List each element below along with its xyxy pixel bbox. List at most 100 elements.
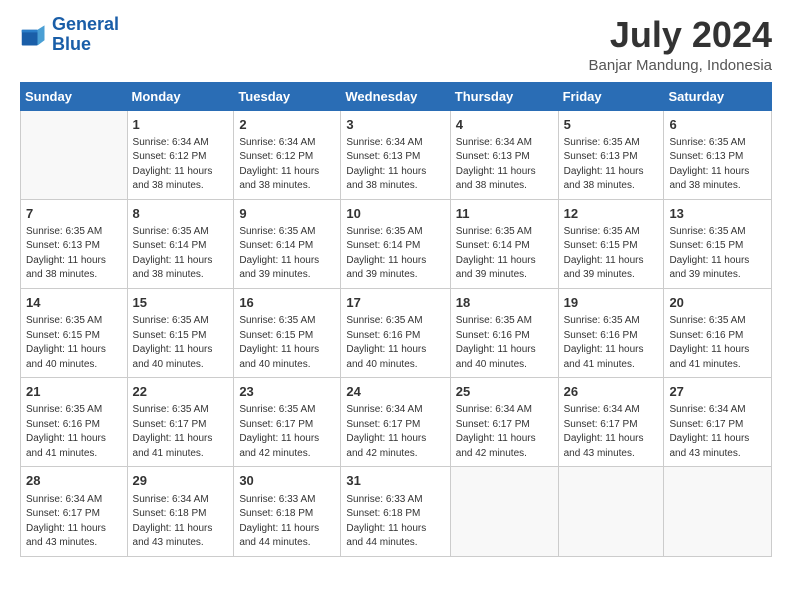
day-info: Sunrise: 6:35 AM Sunset: 6:14 PM Dayligh… [133,225,229,283]
day-number: 31 [346,472,444,490]
day-header-sunday: Sunday [21,82,128,110]
day-info: Sunrise: 6:35 AM Sunset: 6:16 PM Dayligh… [669,314,766,372]
calendar-cell: 31 Sunrise: 6:33 AM Sunset: 6:18 PM Dayli… [341,467,450,556]
day-number: 4 [456,116,553,134]
day-number: 9 [239,205,335,223]
month-year: July 2024 [589,15,772,55]
day-number: 27 [669,383,766,401]
day-number: 3 [346,116,444,134]
calendar-cell: 9 Sunrise: 6:35 AM Sunset: 6:14 PM Daylig… [234,199,341,288]
calendar-cell: 27 Sunrise: 6:34 AM Sunset: 6:17 PM Dayli… [664,378,772,467]
day-info: Sunrise: 6:35 AM Sunset: 6:13 PM Dayligh… [26,225,122,283]
day-info: Sunrise: 6:33 AM Sunset: 6:18 PM Dayligh… [239,493,335,551]
day-number: 8 [133,205,229,223]
day-info: Sunrise: 6:35 AM Sunset: 6:16 PM Dayligh… [564,314,659,372]
day-number: 5 [564,116,659,134]
day-number: 10 [346,205,444,223]
title-block: July 2024 Banjar Mandung, Indonesia [589,15,772,74]
calendar-cell: 8 Sunrise: 6:35 AM Sunset: 6:14 PM Daylig… [127,199,234,288]
calendar-cell: 7 Sunrise: 6:35 AM Sunset: 6:13 PM Daylig… [21,199,128,288]
day-number: 11 [456,205,553,223]
calendar-cell: 11 Sunrise: 6:35 AM Sunset: 6:14 PM Dayli… [450,199,558,288]
day-info: Sunrise: 6:35 AM Sunset: 6:15 PM Dayligh… [133,314,229,372]
day-number: 22 [133,383,229,401]
calendar-cell: 29 Sunrise: 6:34 AM Sunset: 6:18 PM Dayli… [127,467,234,556]
day-info: Sunrise: 6:35 AM Sunset: 6:14 PM Dayligh… [456,225,553,283]
header: General Blue July 2024 Banjar Mandung, I… [20,15,772,74]
logo-blue: Blue [52,34,91,54]
day-info: Sunrise: 6:34 AM Sunset: 6:17 PM Dayligh… [669,403,766,461]
day-info: Sunrise: 6:34 AM Sunset: 6:17 PM Dayligh… [346,403,444,461]
day-info: Sunrise: 6:35 AM Sunset: 6:15 PM Dayligh… [669,225,766,283]
day-number: 16 [239,294,335,312]
calendar-cell: 17 Sunrise: 6:35 AM Sunset: 6:16 PM Dayli… [341,288,450,377]
calendar-cell: 26 Sunrise: 6:34 AM Sunset: 6:17 PM Dayli… [558,378,664,467]
day-number: 29 [133,472,229,490]
day-info: Sunrise: 6:34 AM Sunset: 6:12 PM Dayligh… [133,136,229,194]
day-number: 23 [239,383,335,401]
day-header-friday: Friday [558,82,664,110]
calendar-cell: 19 Sunrise: 6:35 AM Sunset: 6:16 PM Dayli… [558,288,664,377]
logo: General Blue [20,15,119,55]
logo-text: General Blue [52,15,119,55]
calendar-cell: 22 Sunrise: 6:35 AM Sunset: 6:17 PM Dayli… [127,378,234,467]
calendar-cell [558,467,664,556]
day-header-wednesday: Wednesday [341,82,450,110]
day-number: 26 [564,383,659,401]
day-info: Sunrise: 6:34 AM Sunset: 6:17 PM Dayligh… [456,403,553,461]
calendar-cell: 18Sunrise: 6:35 AM Sunset: 6:16 PM Dayli… [450,288,558,377]
day-number: 21 [26,383,122,401]
calendar-cell: 5 Sunrise: 6:35 AM Sunset: 6:13 PM Daylig… [558,110,664,199]
day-number: 18 [456,294,553,312]
calendar-cell: 25Sunrise: 6:34 AM Sunset: 6:17 PM Dayli… [450,378,558,467]
calendar-cell [21,110,128,199]
calendar-week-5: 28Sunrise: 6:34 AM Sunset: 6:17 PM Dayli… [21,467,772,556]
calendar-cell: 10 Sunrise: 6:35 AM Sunset: 6:14 PM Dayli… [341,199,450,288]
location: Banjar Mandung, Indonesia [589,57,772,74]
calendar-cell: 28Sunrise: 6:34 AM Sunset: 6:17 PM Dayli… [21,467,128,556]
day-info: Sunrise: 6:34 AM Sunset: 6:17 PM Dayligh… [26,493,122,551]
calendar-week-2: 7 Sunrise: 6:35 AM Sunset: 6:13 PM Daylig… [21,199,772,288]
day-info: Sunrise: 6:34 AM Sunset: 6:17 PM Dayligh… [564,403,659,461]
day-number: 17 [346,294,444,312]
calendar-cell: 24Sunrise: 6:34 AM Sunset: 6:17 PM Dayli… [341,378,450,467]
day-header-thursday: Thursday [450,82,558,110]
day-info: Sunrise: 6:35 AM Sunset: 6:14 PM Dayligh… [239,225,335,283]
day-number: 7 [26,205,122,223]
day-number: 15 [133,294,229,312]
day-info: Sunrise: 6:35 AM Sunset: 6:13 PM Dayligh… [564,136,659,194]
day-info: Sunrise: 6:33 AM Sunset: 6:18 PM Dayligh… [346,493,444,551]
day-info: Sunrise: 6:35 AM Sunset: 6:15 PM Dayligh… [26,314,122,372]
day-info: Sunrise: 6:35 AM Sunset: 6:17 PM Dayligh… [239,403,335,461]
calendar-cell: 4Sunrise: 6:34 AM Sunset: 6:13 PM Daylig… [450,110,558,199]
day-header-saturday: Saturday [664,82,772,110]
calendar-table: SundayMondayTuesdayWednesdayThursdayFrid… [20,82,772,557]
calendar-week-3: 14 Sunrise: 6:35 AM Sunset: 6:15 PM Dayli… [21,288,772,377]
calendar-cell: 16 Sunrise: 6:35 AM Sunset: 6:15 PM Dayli… [234,288,341,377]
day-info: Sunrise: 6:35 AM Sunset: 6:16 PM Dayligh… [346,314,444,372]
day-number: 19 [564,294,659,312]
day-info: Sunrise: 6:34 AM Sunset: 6:13 PM Dayligh… [346,136,444,194]
calendar-cell: 20Sunrise: 6:35 AM Sunset: 6:16 PM Dayli… [664,288,772,377]
logo-general: General [52,14,119,34]
calendar-cell: 14 Sunrise: 6:35 AM Sunset: 6:15 PM Dayli… [21,288,128,377]
day-info: Sunrise: 6:35 AM Sunset: 6:15 PM Dayligh… [564,225,659,283]
calendar-week-4: 21 Sunrise: 6:35 AM Sunset: 6:16 PM Dayli… [21,378,772,467]
calendar-cell: 15 Sunrise: 6:35 AM Sunset: 6:15 PM Dayli… [127,288,234,377]
day-info: Sunrise: 6:34 AM Sunset: 6:18 PM Dayligh… [133,493,229,551]
day-number: 14 [26,294,122,312]
day-number: 30 [239,472,335,490]
day-info: Sunrise: 6:35 AM Sunset: 6:16 PM Dayligh… [26,403,122,461]
calendar-cell: 3 Sunrise: 6:34 AM Sunset: 6:13 PM Daylig… [341,110,450,199]
page: General Blue July 2024 Banjar Mandung, I… [0,0,792,612]
day-info: Sunrise: 6:35 AM Sunset: 6:14 PM Dayligh… [346,225,444,283]
day-info: Sunrise: 6:35 AM Sunset: 6:17 PM Dayligh… [133,403,229,461]
logo-icon [20,21,48,49]
day-header-monday: Monday [127,82,234,110]
day-info: Sunrise: 6:35 AM Sunset: 6:15 PM Dayligh… [239,314,335,372]
day-number: 12 [564,205,659,223]
calendar-cell [450,467,558,556]
calendar-cell: 23 Sunrise: 6:35 AM Sunset: 6:17 PM Dayli… [234,378,341,467]
day-number: 2 [239,116,335,134]
calendar-cell: 2Sunrise: 6:34 AM Sunset: 6:12 PM Daylig… [234,110,341,199]
